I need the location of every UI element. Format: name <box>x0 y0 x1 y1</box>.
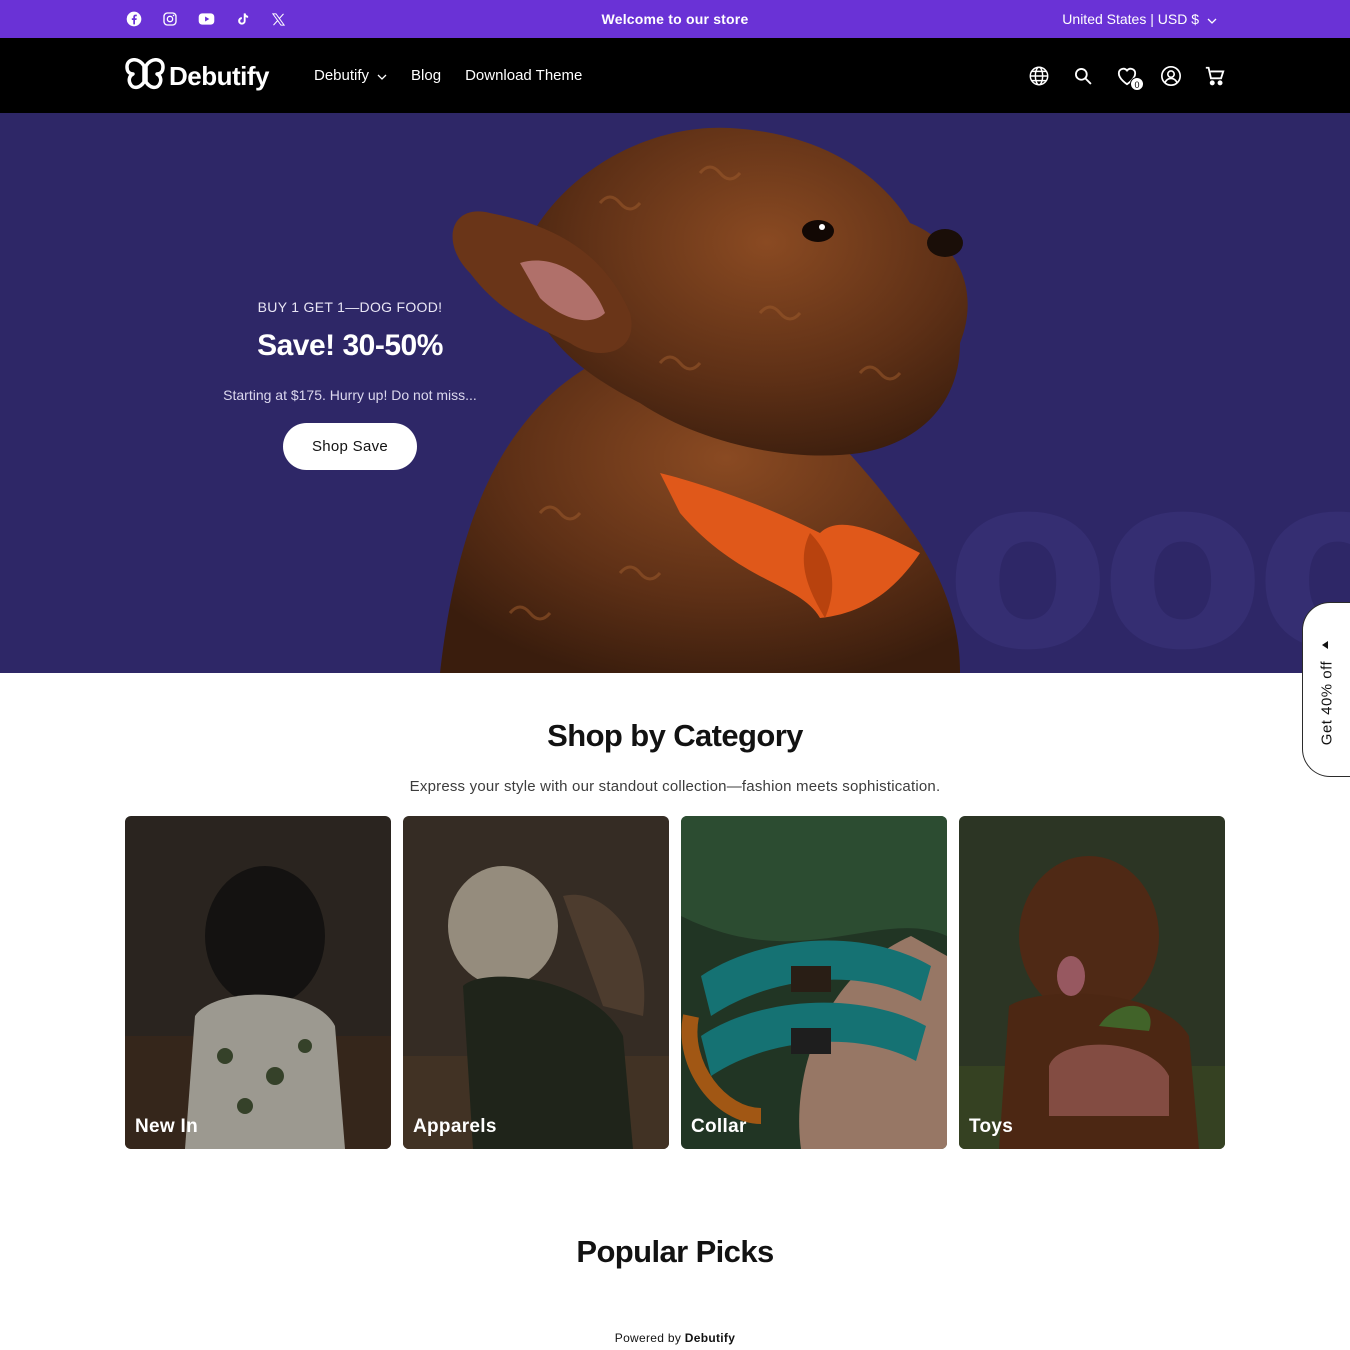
facebook-icon[interactable] <box>125 10 143 28</box>
instagram-icon[interactable] <box>161 10 179 28</box>
chevron-down-icon <box>377 67 387 84</box>
category-card-label: Toys <box>969 1116 1014 1137</box>
site-header: Debutify Debutify Blog Download Theme 0 <box>0 38 1350 113</box>
nav-item-debutify[interactable]: Debutify <box>314 67 387 84</box>
caret-left-icon <box>1322 641 1328 649</box>
card-overlay <box>959 816 1225 1149</box>
category-card-label: Collar <box>691 1116 747 1137</box>
hero-content: BUY 1 GET 1—DOG FOOD! Save! 30-50% Start… <box>200 299 500 470</box>
category-card-new-in[interactable]: New In <box>125 816 391 1149</box>
account-icon[interactable] <box>1159 64 1182 87</box>
category-section-title: Shop by Category <box>547 718 803 753</box>
category-card-label: Apparels <box>413 1116 497 1137</box>
hero-title: Save! 30-50% <box>257 329 443 362</box>
category-card-toys[interactable]: Toys <box>959 816 1225 1149</box>
powered-brand-link[interactable]: Debutify <box>685 1331 735 1345</box>
card-overlay <box>681 816 947 1149</box>
category-section-subtitle: Express your style with our standout col… <box>409 778 941 795</box>
x-twitter-icon[interactable] <box>269 10 287 28</box>
nav-item-download-theme[interactable]: Download Theme <box>465 67 582 84</box>
logo[interactable]: Debutify <box>125 58 270 95</box>
nav-item-label: Blog <box>411 67 442 84</box>
nav-item-label: Debutify <box>314 67 370 84</box>
card-overlay <box>125 816 391 1149</box>
category-card-apparels[interactable]: Apparels <box>403 816 669 1149</box>
social-links <box>125 0 287 38</box>
cart-icon[interactable] <box>1203 64 1226 87</box>
hero-subtitle: Starting at $175. Hurry up! Do not miss.… <box>223 387 477 403</box>
logo-text: Debutify <box>169 61 270 91</box>
main-nav: Debutify Blog Download Theme <box>314 38 582 113</box>
chevron-down-icon <box>1207 11 1217 27</box>
category-card-label: New In <box>135 1116 199 1137</box>
category-card-collar[interactable]: Collar <box>681 816 947 1149</box>
powered-by: Powered by Debutify <box>0 1331 1350 1345</box>
nav-item-label: Download Theme <box>465 67 583 84</box>
wishlist-heart-icon[interactable]: 0 <box>1115 64 1144 91</box>
butterfly-logo-icon <box>125 58 165 95</box>
locale-label: United States | USD $ <box>1062 11 1199 27</box>
hero-eyebrow: BUY 1 GET 1—DOG FOOD! <box>257 299 443 315</box>
hero-banner: ooo BUY 1 GET 1—DOG FOOD! Save! 30-50% S… <box>0 113 1350 673</box>
powered-prefix: Powered by <box>614 1331 682 1345</box>
youtube-icon[interactable] <box>197 10 215 28</box>
popular-picks-title: Popular Picks <box>576 1234 774 1269</box>
tiktok-icon[interactable] <box>233 10 251 28</box>
shop-save-button[interactable]: Shop Save <box>282 423 418 470</box>
wishlist-count-badge: 0 <box>1130 77 1144 91</box>
category-cards: New In Apparels Collar Toys <box>125 816 1225 1149</box>
announcement-bar: Welcome to our store United States | USD… <box>0 0 1350 38</box>
card-overlay <box>403 816 669 1149</box>
header-icons: 0 <box>1027 38 1226 113</box>
search-icon[interactable] <box>1071 64 1094 87</box>
nav-item-blog[interactable]: Blog <box>411 67 441 84</box>
globe-icon[interactable] <box>1027 64 1050 87</box>
locale-selector[interactable]: United States | USD $ <box>1062 0 1217 38</box>
